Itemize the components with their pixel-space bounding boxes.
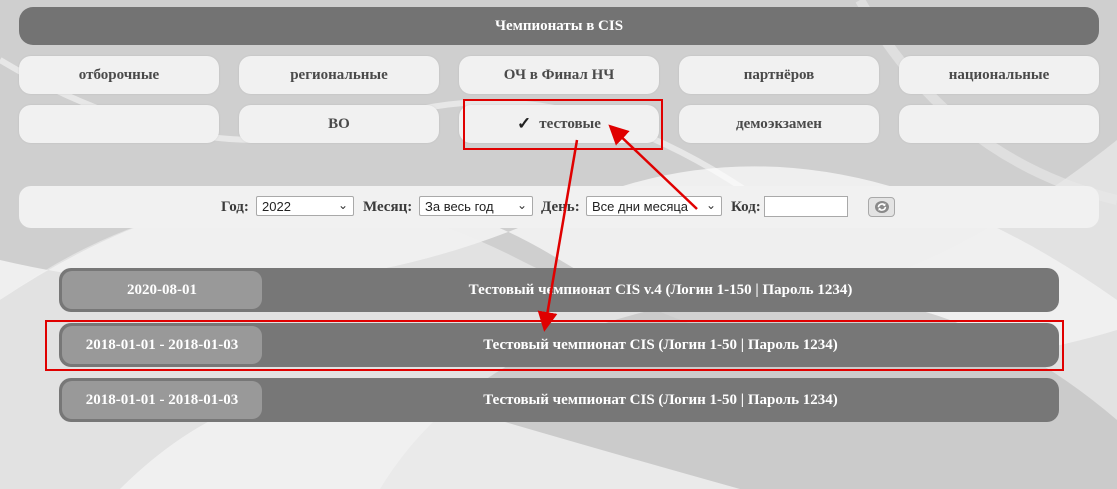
championship-title: Тестовый чемпионат CIS (Логин 1-50 | Пар… — [483, 391, 838, 408]
category-empty-button-1[interactable] — [19, 105, 219, 143]
year-label: Год: — [221, 199, 249, 215]
category-otborochnye-button[interactable]: отборочные — [19, 56, 219, 94]
category-och-final-button[interactable]: ОЧ в Финал НЧ — [459, 56, 659, 94]
refresh-icon — [874, 201, 889, 213]
month-select[interactable]: За весь год ⌄ — [419, 196, 533, 216]
championship-date: 2018-01-01 - 2018-01-03 — [62, 381, 262, 419]
category-partners-button[interactable]: партнёров — [679, 56, 879, 94]
category-empty-button-2[interactable] — [899, 105, 1099, 143]
category-national-button[interactable]: национальные — [899, 56, 1099, 94]
code-label: Код: — [731, 199, 761, 215]
chevron-down-icon: ⌄ — [337, 198, 348, 212]
year-select-value: 2022 — [262, 198, 291, 214]
championship-title: Тестовый чемпионат CIS v.4 (Логин 1-150 … — [468, 281, 853, 298]
category-demoexam-button[interactable]: демоэкзамен — [679, 105, 879, 143]
year-select[interactable]: 2022 ⌄ — [256, 196, 354, 216]
refresh-button[interactable] — [868, 197, 895, 217]
championship-row[interactable]: 2020-08-01 Тестовый чемпионат CIS v.4 (Л… — [59, 268, 1059, 312]
month-label: Месяц: — [363, 199, 413, 215]
annotation-highlight-box — [463, 99, 663, 150]
code-input[interactable] — [764, 196, 848, 217]
category-regionalnye-button[interactable]: региональные — [239, 56, 439, 94]
category-vo-button[interactable]: ВО — [239, 105, 439, 143]
month-select-value: За весь год — [425, 198, 494, 214]
championship-date: 2020-08-01 — [62, 271, 262, 309]
annotation-highlight-box — [45, 320, 1064, 371]
day-select[interactable]: Все дни месяца ⌄ — [586, 196, 722, 216]
page-title: Чемпионаты в CIS — [19, 7, 1099, 45]
championship-row[interactable]: 2018-01-01 - 2018-01-03 Тестовый чемпион… — [59, 378, 1059, 422]
day-select-value: Все дни месяца — [592, 198, 689, 214]
day-label: День: — [541, 199, 580, 215]
chevron-down-icon: ⌄ — [516, 198, 527, 212]
chevron-down-icon: ⌄ — [705, 198, 716, 212]
